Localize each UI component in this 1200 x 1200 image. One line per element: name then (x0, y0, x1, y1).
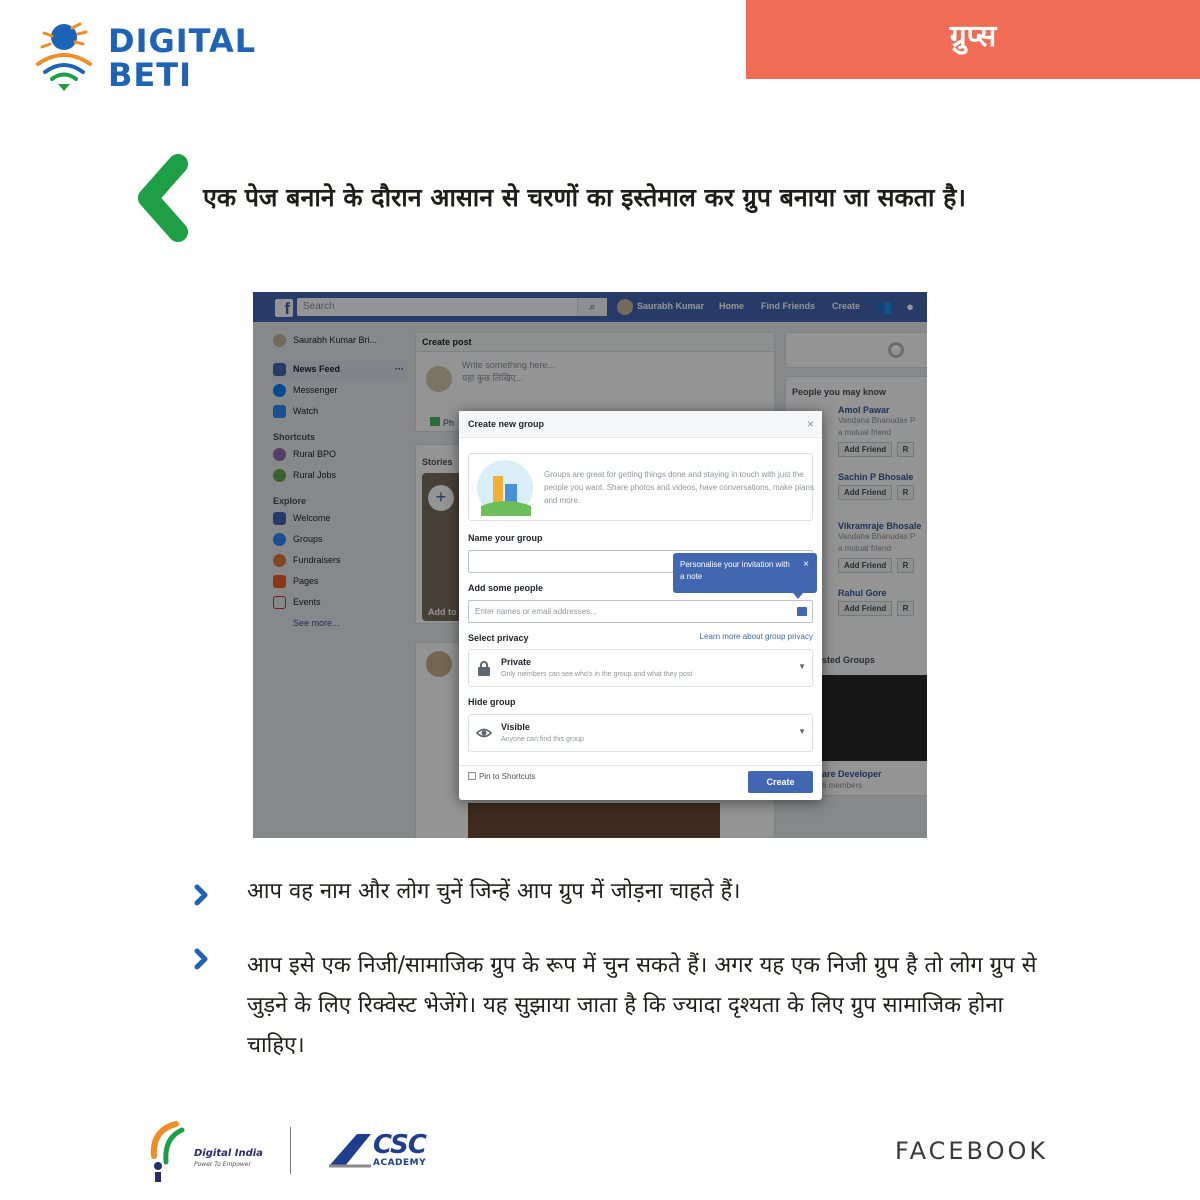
checkbox-icon[interactable] (468, 772, 476, 780)
visibility-select[interactable]: Visible Anyone can find this group ▼ (468, 714, 813, 752)
create-group-dialog: Create new group × Groups are great for … (459, 411, 822, 800)
lock-icon (478, 661, 490, 676)
add-people-placeholder: Enter names or email addresses... (475, 607, 597, 616)
pin-to-shortcuts-checkbox[interactable]: Pin to Shortcuts (468, 772, 535, 781)
chevron-right-icon (194, 948, 208, 970)
privacy-description: Only members can see who's in the group … (501, 671, 693, 678)
dialog-footer-divider (459, 765, 822, 766)
chevron-down-icon: ▼ (798, 662, 806, 671)
chevron-left-icon (138, 154, 188, 242)
brand-line-2: BETI (108, 56, 192, 94)
digital-beti-emblem-icon (36, 22, 92, 91)
facebook-screenshot: f Search ⌕ Saurabh Kumar Home Find Frien… (253, 292, 927, 838)
group-intro-text: Groups are great for getting things done… (544, 470, 814, 505)
eye-icon (476, 728, 492, 738)
privacy-value: Private (501, 657, 532, 667)
csc-text: CSC (373, 1130, 427, 1160)
pin-label: Pin to Shortcuts (479, 772, 536, 781)
close-icon[interactable]: × (803, 559, 809, 571)
select-privacy-label: Select privacy (468, 633, 529, 643)
digital-india-tagline: Power To Empower (194, 1161, 251, 1168)
create-button[interactable]: Create (748, 771, 813, 793)
dialog-title: Create new group (459, 411, 822, 438)
bullet-1: आप वह नाम और लोग चुनें जिन्हें आप ग्रुप … (247, 879, 741, 904)
add-people-label: Add some people (468, 583, 544, 593)
csc-emblem-icon (329, 1134, 371, 1168)
add-people-input[interactable]: Enter names or email addresses... (468, 600, 813, 623)
close-icon[interactable]: × (807, 417, 814, 431)
footer-topic-label: FACEBOOK (895, 1137, 1049, 1165)
privacy-select[interactable]: Private Only members can see who's in th… (468, 649, 813, 687)
tooltip-text: Personalise your invitation with a note (680, 560, 790, 581)
hide-group-label: Hide group (468, 697, 516, 707)
csc-subtitle: ACADEMY (373, 1158, 427, 1168)
personalise-tooltip: Personalise your invitation with a note … (673, 553, 817, 599)
csc-academy-logo: CSC ACADEMY (327, 1130, 437, 1172)
group-name-label: Name your group (468, 533, 543, 543)
groups-illustration-icon (477, 460, 533, 516)
bullet-2: आप इसे एक निजी/सामाजिक ग्रुप के रूप में … (247, 953, 1037, 1058)
chevron-down-icon: ▼ (798, 727, 806, 736)
digital-india-text: Digital India (194, 1148, 263, 1159)
chevron-right-icon (194, 884, 208, 906)
visibility-description: Anyone can find this group (501, 736, 584, 743)
footer-divider (290, 1127, 291, 1174)
tooltip-tail (793, 593, 803, 599)
digital-beti-logo: DIGITAL BETI (28, 22, 268, 102)
visibility-value: Visible (501, 722, 530, 732)
group-intro-box: Groups are great for getting things done… (468, 453, 814, 521)
topic-tab: ग्रुप्स (746, 0, 1200, 79)
digital-india-logo: Digital India Power To Empower (146, 1120, 266, 1182)
note-icon[interactable] (797, 607, 807, 616)
group-privacy-link[interactable]: Learn more about group privacy (700, 632, 813, 641)
page-heading: एक पेज बनाने के दौरान आसान से चरणों का इ… (203, 183, 966, 212)
brand-name: DIGITAL BETI (108, 24, 256, 92)
brand-line-1: DIGITAL (108, 22, 257, 60)
digital-india-emblem-icon (150, 1121, 185, 1182)
